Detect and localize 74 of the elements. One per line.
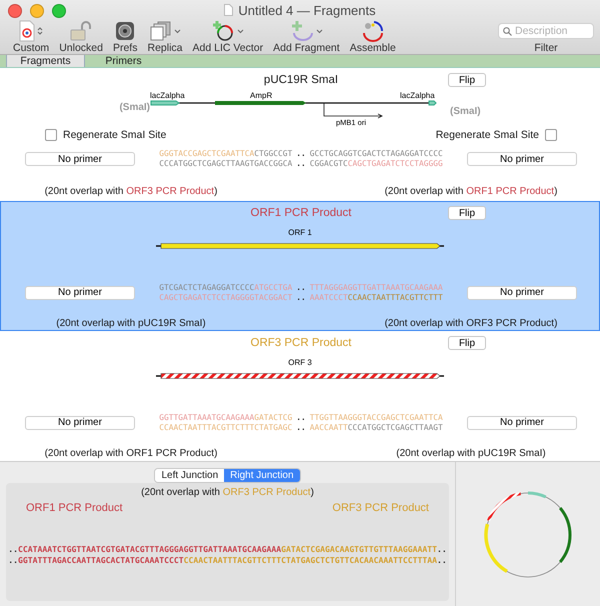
minimize-button[interactable] <box>30 4 44 18</box>
flip-button[interactable]: Flip <box>448 336 486 350</box>
checkbox[interactable] <box>45 129 57 141</box>
caret-icon <box>174 28 180 34</box>
feature-label: AmpR <box>250 91 272 100</box>
primer-button[interactable]: No primer <box>467 416 577 430</box>
caret-icon <box>237 28 244 34</box>
fragment-title: pUC19R SmaI <box>264 74 338 86</box>
overlap-note: (20nt overlap with pUC19R SmaI) <box>56 318 206 329</box>
sequence-text: CCATAAATCTGGTTAATCGTGATACGTTTAGGGAGGTTGATTAAATGCAAGAAA <box>18 544 282 555</box>
stacked-windows-icon <box>150 21 172 41</box>
filter-label: Filter <box>534 42 558 54</box>
settings-icon <box>115 21 136 41</box>
assemble-icon <box>360 20 385 42</box>
toolbar-button[interactable]: Add Fragment <box>268 20 345 54</box>
sequence-text: GGTATTTAGACCAATTAGCACTATGCAAATCCCT <box>18 555 184 566</box>
fragment-title: ORF3 PCR Product <box>250 337 352 349</box>
flip-button[interactable]: Flip <box>448 73 486 87</box>
overlap-note: (20nt overlap with ORF1 PCR Product) <box>384 186 558 196</box>
add-fragment-icon <box>290 20 314 42</box>
search-field[interactable]: Description <box>498 23 594 39</box>
sequence-text: GATACTCGAGACAAGTGTTGTTTAAGGAAATT <box>281 544 438 555</box>
sequence-text: CCAACTAATTTACGTTCTTTCTATGAGCTCTGTTCACAACAAATTCCTTTAA <box>184 555 438 566</box>
checkbox-label: Regenerate SmaI Site <box>63 129 166 141</box>
close-button[interactable] <box>8 4 22 18</box>
add-plasmid-icon <box>211 20 236 42</box>
overlap-note: (20nt overlap with ORF3 PCR Product) <box>44 186 218 196</box>
unlocked-padlock-icon <box>70 21 92 41</box>
primer-button[interactable]: No primer <box>25 286 135 300</box>
overlap-note: (20nt overlap with pUC19R SmaI) <box>396 448 546 459</box>
primer-button[interactable]: No primer <box>467 152 577 166</box>
fragment-panel[interactable] <box>0 201 600 331</box>
orf-label: ORF 3 <box>288 358 312 368</box>
document-icon <box>19 20 36 42</box>
feature-arrow <box>428 100 437 106</box>
search-icon <box>503 27 512 36</box>
primer-button[interactable]: No primer <box>467 286 577 300</box>
gap-dots: .. <box>8 544 18 555</box>
document-icon <box>224 4 234 16</box>
site-label: (SmaI) <box>119 102 150 112</box>
toolbar-button[interactable]: Assemble <box>344 20 401 54</box>
fragment-name: ORF3 PCR Product <box>332 502 429 514</box>
origin-arrow <box>324 102 383 118</box>
primer-button[interactable]: No primer <box>25 152 135 166</box>
gap-dots: .. <box>8 555 18 566</box>
segment-button[interactable]: Right Junction <box>224 469 300 482</box>
checkbox[interactable] <box>545 129 557 141</box>
gap-dots: .. <box>437 544 447 555</box>
primer-button[interactable]: No primer <box>25 416 135 430</box>
feature-label: lacZalpha <box>150 91 185 100</box>
toolbar-button[interactable]: Replica <box>142 20 188 54</box>
toolbar-button[interactable]: Add LIC Vector <box>188 20 268 54</box>
toolbar-button[interactable]: Prefs <box>108 20 142 54</box>
toolbar-button[interactable]: Unlocked <box>54 20 108 54</box>
fragment-name: ORF1 PCR Product <box>26 502 123 514</box>
checkbox-label: Regenerate SmaI Site <box>436 129 539 141</box>
tab[interactable]: Primers <box>84 55 162 67</box>
orf-label: ORF 1 <box>288 228 312 238</box>
toolbar-button[interactable]: Custom <box>8 20 54 54</box>
caret-icon <box>316 28 323 34</box>
up-down-caret-icon <box>37 26 44 36</box>
feature-label: lacZalpha <box>400 91 435 100</box>
tab[interactable]: Fragments <box>6 55 84 67</box>
window-title: Untitled 4 — Fragments <box>238 2 376 18</box>
overlap-note: (20nt overlap with ORF3 PCR Product) <box>384 318 558 329</box>
feature-arrow <box>150 100 180 106</box>
zoom-button[interactable] <box>52 4 66 18</box>
segment-button[interactable]: Left Junction <box>155 469 224 482</box>
gap-dots: .. <box>437 555 447 566</box>
flip-button[interactable]: Flip <box>448 206 486 220</box>
site-label: (SmaI) <box>450 106 481 116</box>
fragment-title: ORF1 PCR Product <box>250 207 352 219</box>
overlap-note: (20nt overlap with ORF1 PCR Product) <box>44 448 218 459</box>
overlap-note: (20nt overlap with ORF3 PCR Product) <box>141 487 314 498</box>
